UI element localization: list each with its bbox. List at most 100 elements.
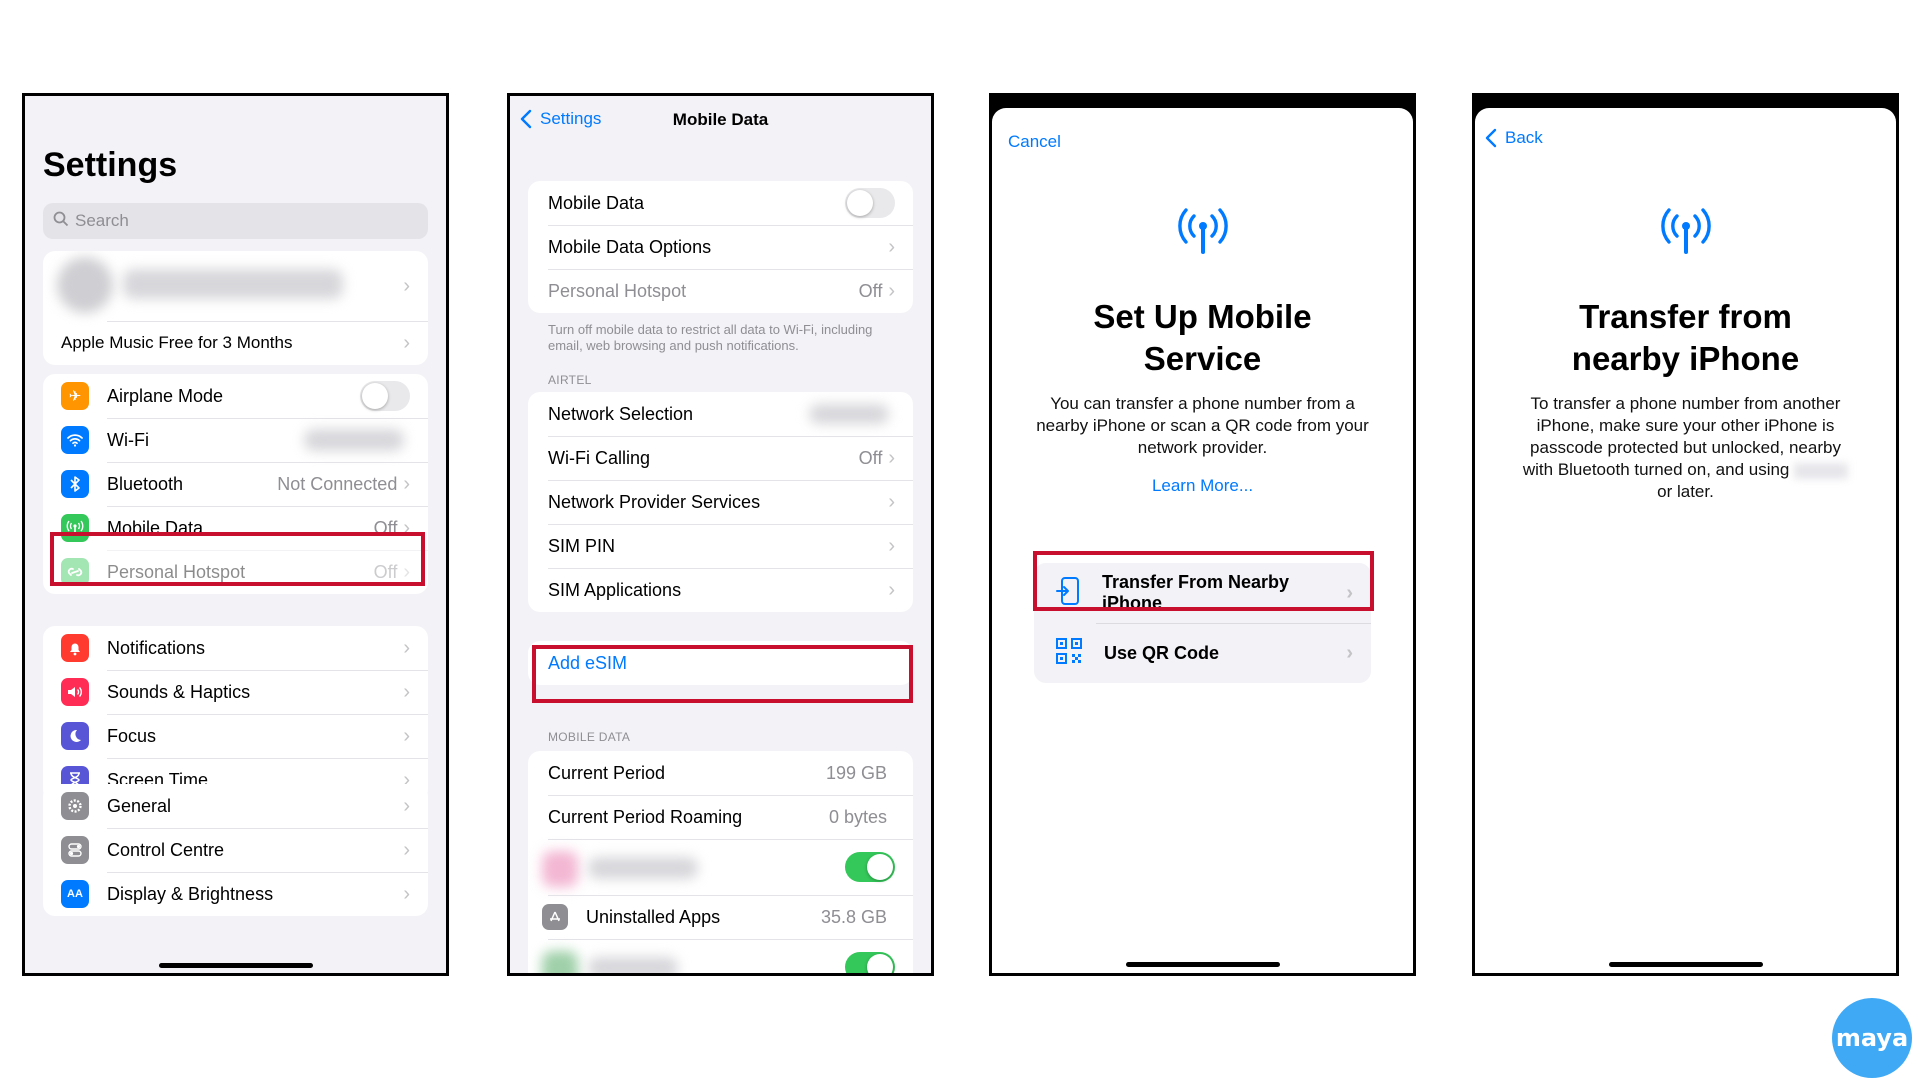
app-name-redacted [588, 957, 678, 973]
row-label: Personal Hotspot [548, 280, 687, 301]
row-label: Bluetooth [107, 473, 184, 494]
row-label: SIM Applications [548, 579, 682, 600]
chevron-right-icon: › [403, 472, 410, 495]
highlight-mobile-data [50, 532, 425, 586]
screen-description: To transfer a phone number from another … [1519, 393, 1852, 503]
back-button[interactable]: Back [1485, 128, 1543, 148]
current-period-roaming-row: Current Period Roaming 0 bytes [528, 795, 913, 839]
app-name-redacted [588, 857, 698, 879]
option-label: Use QR Code [1104, 642, 1220, 663]
settings-row-general[interactable]: General › [43, 784, 428, 828]
chevron-right-icon: › [403, 274, 410, 297]
settings-screen: Settings Search › Apple Music Free for 3… [22, 93, 449, 976]
row-label: Current Period [548, 762, 666, 783]
search-input[interactable]: Search [43, 203, 428, 239]
row-label: Focus [107, 725, 157, 746]
settings-row-airplane-mode[interactable]: ✈ Airplane Mode [43, 374, 428, 418]
transfer-nearby-screen: Back Transfer from nearby iPhone To tran… [1472, 93, 1899, 976]
row-label: Mobile Data [548, 192, 645, 213]
chevron-right-icon: › [888, 235, 895, 258]
row-label: Network Selection [548, 403, 694, 424]
apple-id-row[interactable]: › [43, 251, 428, 321]
mobile-data-toggle[interactable] [845, 188, 895, 218]
row-label: Current Period Roaming [548, 806, 743, 827]
screen-title: Set Up Mobile Service [1093, 298, 1312, 377]
section-header-mobile-data: MOBILE DATA [548, 730, 631, 744]
row-value: Off [858, 447, 883, 468]
highlight-add-esim [532, 645, 913, 703]
network-name-redacted [809, 404, 889, 424]
current-period-row: Current Period 199 GB [528, 751, 913, 795]
apple-music-promo-row[interactable]: Apple Music Free for 3 Months › [43, 321, 428, 365]
settings-row-focus[interactable]: Focus › [43, 714, 428, 758]
home-indicator [158, 963, 313, 968]
screen-title: Transfer from nearby iPhone [1571, 298, 1800, 377]
mobile-data-group: Mobile Data Mobile Data Options › Person… [528, 181, 913, 313]
section-header-carrier: AIRTEL [548, 373, 592, 387]
highlight-transfer-from-nearby [1033, 551, 1374, 611]
row-value: 35.8 GB [820, 906, 887, 927]
sim-applications-row[interactable]: SIM Applications › [528, 568, 913, 612]
account-group: › Apple Music Free for 3 Months › [43, 251, 428, 365]
network-provider-services-row[interactable]: Network Provider Services › [528, 480, 913, 524]
back-label: Back [1505, 128, 1543, 147]
qr-code-icon [1056, 637, 1082, 669]
chevron-left-icon [1485, 128, 1497, 148]
row-value: 199 GB [825, 762, 887, 783]
mobile-data-row[interactable]: Mobile Data [528, 181, 913, 225]
app-usage-row-redacted[interactable] [528, 939, 913, 973]
row-label: Mobile Data Options [548, 236, 712, 257]
promo-label: Apple Music Free for 3 Months [61, 333, 293, 352]
home-indicator [1125, 962, 1280, 967]
mobile-data-options-row[interactable]: Mobile Data Options › [528, 225, 913, 269]
maya-logo: maya [1832, 998, 1912, 1078]
switches-icon [61, 836, 89, 864]
search-placeholder: Search [75, 211, 129, 230]
bell-icon [61, 634, 89, 662]
row-label: Uninstalled Apps [586, 906, 721, 927]
app-data-toggle[interactable] [845, 852, 895, 882]
chevron-right-icon: › [888, 534, 895, 557]
bluetooth-icon [61, 470, 89, 498]
home-indicator [1608, 962, 1763, 967]
airplane-icon: ✈ [61, 382, 89, 410]
row-value: Off [858, 280, 883, 301]
chevron-right-icon: › [403, 680, 410, 703]
chevron-right-icon: › [888, 490, 895, 513]
network-selection-row[interactable]: Network Selection [528, 392, 913, 436]
chevron-right-icon: › [888, 578, 895, 601]
personal-hotspot-row[interactable]: Personal Hotspot Off › [528, 269, 913, 313]
row-label: SIM PIN [548, 535, 616, 556]
row-value: 0 bytes [828, 806, 887, 827]
settings-row-bluetooth[interactable]: Bluetooth Not Connected › [43, 462, 428, 506]
gear-icon [61, 792, 89, 820]
logo-text: maya [1835, 1024, 1909, 1052]
uninstalled-apps-row: Uninstalled Apps 35.8 GB [528, 895, 913, 939]
wifi-calling-row[interactable]: Wi-Fi Calling Off › [528, 436, 913, 480]
settings-row-display[interactable]: AA Display & Brightness › [43, 872, 428, 916]
sim-pin-row[interactable]: SIM PIN › [528, 524, 913, 568]
settings-row-notifications[interactable]: Notifications › [43, 626, 428, 670]
settings-row-sounds[interactable]: Sounds & Haptics › [43, 670, 428, 714]
app-icon-redacted [542, 951, 578, 973]
mobile-data-screen: Settings Mobile Data Mobile Data Mobile … [507, 93, 934, 976]
settings-row-control-centre[interactable]: Control Centre › [43, 828, 428, 872]
setup-mobile-service-screen: Cancel Set Up Mobile Service You can tra… [989, 93, 1416, 976]
row-label: Network Provider Services [548, 491, 761, 512]
app-usage-row-redacted[interactable] [528, 839, 913, 895]
app-data-toggle[interactable] [845, 952, 895, 973]
airplane-mode-toggle[interactable] [360, 381, 410, 411]
use-qr-code-button[interactable]: Use QR Code › [1034, 623, 1371, 683]
row-label: Control Centre [107, 839, 225, 860]
chevron-right-icon: › [1346, 641, 1353, 664]
learn-more-link[interactable]: Learn More... [992, 476, 1413, 496]
chevron-right-icon: › [403, 724, 410, 747]
account-name-redacted [123, 269, 343, 299]
row-label: Display & Brightness [107, 883, 274, 904]
cancel-button[interactable]: Cancel [1008, 132, 1061, 152]
settings-row-wifi[interactable]: Wi-Fi [43, 418, 428, 462]
carrier-group: Network Selection Wi-Fi Calling Off › Ne… [528, 392, 913, 612]
row-label: Notifications [107, 637, 206, 658]
row-label: Wi-Fi [107, 429, 149, 450]
app-icon-redacted [542, 851, 578, 887]
